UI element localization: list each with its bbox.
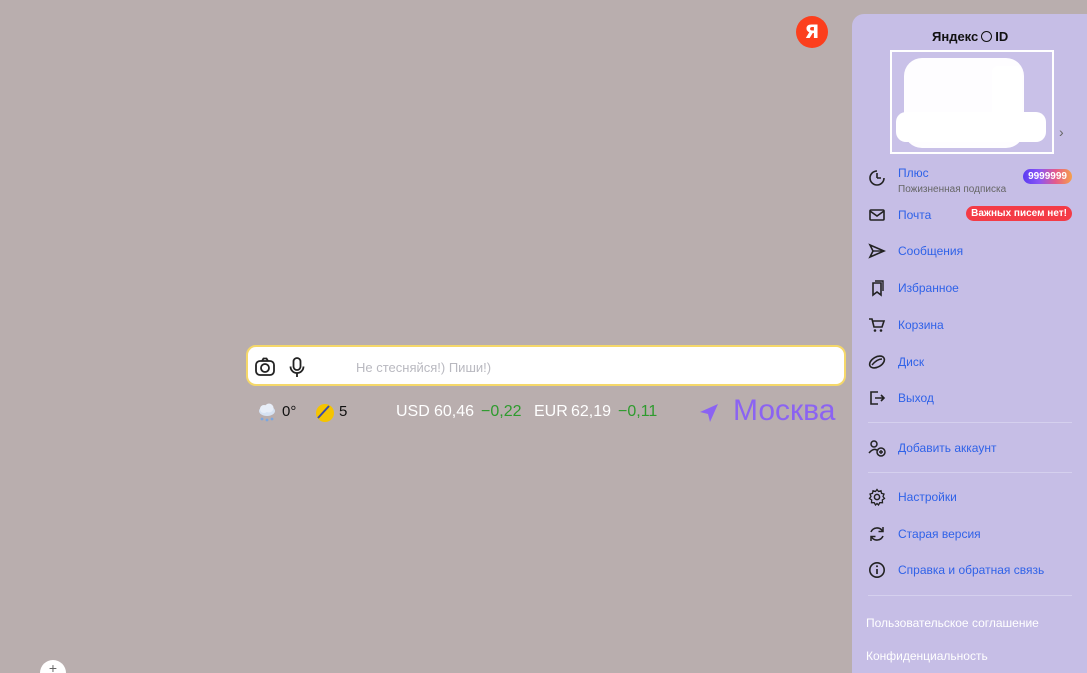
usd-change: −0,22 xyxy=(481,403,522,420)
location-arrow-icon[interactable] xyxy=(698,402,720,424)
menu-logout[interactable]: Выход xyxy=(868,385,1072,411)
usd-label[interactable]: USD xyxy=(396,403,430,429)
mail-status-badge: Важных писем нет! xyxy=(966,206,1072,221)
divider xyxy=(868,472,1072,473)
menu-label: Плюс xyxy=(898,166,929,180)
usd-value[interactable]: 60,46 xyxy=(434,403,474,429)
plus-icon xyxy=(868,169,886,187)
menu-label: Выход xyxy=(898,391,934,405)
menu-plus[interactable]: Плюс Пожизненная подписка 9999999 xyxy=(868,165,1072,195)
user-agreement-link[interactable]: Пользовательское соглашение xyxy=(866,616,1039,630)
eur-change: −0,11 xyxy=(618,403,658,420)
menu-label: Добавить аккаунт xyxy=(898,441,997,455)
title-yandex: Яндекс xyxy=(932,29,979,44)
eur-label[interactable]: EUR xyxy=(534,403,568,429)
temperature[interactable]: 0° xyxy=(282,403,296,429)
messages-icon xyxy=(868,242,886,260)
refresh-icon xyxy=(868,525,886,543)
camera-search-icon[interactable] xyxy=(254,356,276,378)
microphone-icon[interactable] xyxy=(286,356,308,378)
cart-icon xyxy=(868,316,886,334)
logout-icon xyxy=(868,389,886,407)
chevron-right-icon[interactable]: › xyxy=(1059,124,1064,140)
add-account-icon xyxy=(868,439,886,457)
menu-favorites[interactable]: Избранное xyxy=(868,275,1072,301)
smile-icon xyxy=(981,31,993,42)
yandex-logo[interactable]: Я xyxy=(796,16,828,48)
menu-add-account[interactable]: Добавить аккаунт xyxy=(868,435,1072,461)
menu-label: Избранное xyxy=(898,281,959,295)
magnetic-storm-icon[interactable] xyxy=(315,403,335,423)
menu-help[interactable]: Справка и обратная связь xyxy=(868,557,1072,583)
menu-label: Почта xyxy=(898,208,932,222)
divider xyxy=(868,422,1072,423)
snow-cloud-icon[interactable] xyxy=(256,402,278,424)
search-input[interactable] xyxy=(356,356,826,378)
menu-label: Диск xyxy=(898,355,925,369)
menu-mail[interactable]: Почта Важных писем нет! xyxy=(868,202,1072,228)
info-icon xyxy=(868,561,886,579)
menu-label: Справка и обратная связь xyxy=(898,563,1045,577)
divider xyxy=(868,595,1072,596)
menu-settings[interactable]: Настройки xyxy=(868,484,1072,510)
menu-label: Сообщения xyxy=(898,244,964,258)
account-panel: Яндекс ID › Плюс Пожизненная подписка 99… xyxy=(852,14,1087,673)
privacy-link[interactable]: Конфиденциальность xyxy=(866,649,988,663)
menu-label: Настройки xyxy=(898,490,957,504)
gear-icon xyxy=(868,488,886,506)
menu-disk[interactable]: Диск xyxy=(868,349,1072,375)
plus-points-badge: 9999999 xyxy=(1023,169,1072,184)
search-bar xyxy=(246,345,846,386)
menu-cart[interactable]: Корзина xyxy=(868,312,1072,338)
menu-old-version[interactable]: Старая версия xyxy=(868,521,1072,547)
bookmarks-icon xyxy=(868,279,886,297)
account-avatar[interactable] xyxy=(890,50,1054,154)
menu-messages[interactable]: Сообщения xyxy=(868,238,1072,264)
city-name[interactable]: Москва xyxy=(733,394,835,427)
magnetic-storm-value[interactable]: 5 xyxy=(339,403,347,429)
add-button[interactable]: + xyxy=(40,660,66,673)
menu-label: Корзина xyxy=(898,318,944,332)
title-id: ID xyxy=(995,29,1009,44)
plus-subscription: Пожизненная подписка xyxy=(898,184,1007,195)
eur-value[interactable]: 62,19 xyxy=(571,403,611,429)
menu-label: Старая версия xyxy=(898,527,981,541)
mail-icon xyxy=(868,206,886,224)
disk-icon xyxy=(868,353,886,371)
yandex-id-title[interactable]: Яндекс ID xyxy=(932,29,1008,44)
